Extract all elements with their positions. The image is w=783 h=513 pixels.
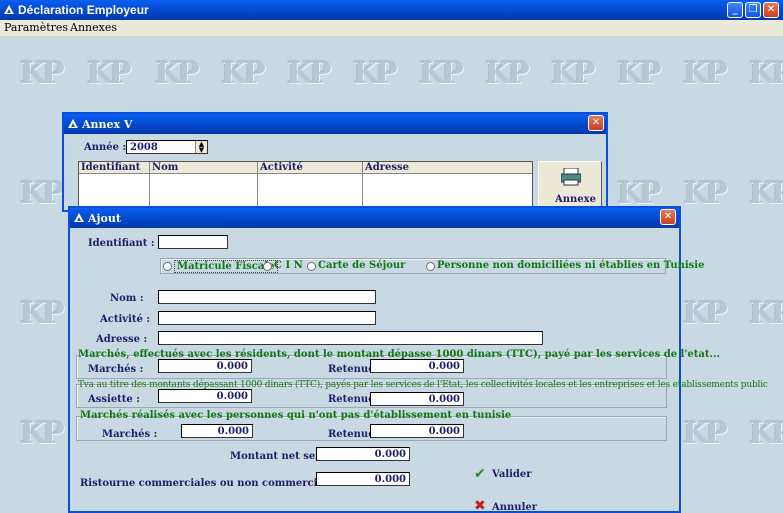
- background-logo-7: KP: [485, 56, 530, 91]
- section1-marches-input[interactable]: 0.000: [158, 359, 252, 373]
- section2-assiette-label: Assiette :: [88, 394, 140, 405]
- minimize-button[interactable]: _: [727, 2, 743, 18]
- ajout-window: Ajout ✕ Identifiant : Matricule Fiscale …: [68, 206, 768, 513]
- section1-retenues-input[interactable]: 0.000: [370, 359, 464, 373]
- annexe-label: Annexe: [555, 194, 596, 205]
- annex-v-title: Annex V: [82, 118, 133, 131]
- menu-parametres[interactable]: Paramètres: [4, 21, 68, 34]
- section3-marches-input[interactable]: 0.000: [181, 424, 253, 438]
- app-title: Déclaration Employeur: [18, 3, 149, 17]
- year-label: Année :: [84, 142, 127, 153]
- title-bar: Déclaration Employeur _ ❐ ✕: [0, 0, 783, 20]
- menu-annexes[interactable]: Annexes: [70, 21, 117, 34]
- col-activite[interactable]: Activité: [260, 162, 303, 173]
- background-logo-35: KP: [749, 296, 783, 331]
- annuler-label: Annuler: [492, 502, 537, 513]
- section3-marches-label: Marchés :: [102, 429, 158, 440]
- annex-v-titlebar: Annex V ✕: [64, 114, 606, 134]
- radio-non-domiciliees[interactable]: [426, 262, 435, 271]
- background-logo-3: KP: [221, 56, 266, 91]
- annex-v-close-button[interactable]: ✕: [588, 115, 604, 131]
- annexe-button[interactable]: Annexe: [538, 161, 602, 209]
- year-value: 2008: [130, 142, 158, 153]
- ajout-close-button[interactable]: ✕: [660, 209, 676, 225]
- close-button[interactable]: ✕: [763, 2, 779, 18]
- nom-label: Nom :: [110, 293, 144, 304]
- montant-input[interactable]: 0.000: [316, 447, 410, 461]
- identifiant-label: Identifiant :: [88, 238, 155, 249]
- valider-button[interactable]: ✔ Valider: [474, 466, 544, 484]
- menu-bar: Paramètres Annexes: [0, 20, 783, 36]
- background-logo-11: KP: [749, 56, 783, 91]
- section3-retenues-input[interactable]: 0.000: [370, 424, 464, 438]
- ajout-title: Ajout: [88, 212, 121, 225]
- printer-icon: [561, 168, 581, 186]
- col-identifiant[interactable]: Identifiant: [81, 162, 140, 173]
- col-adresse[interactable]: Adresse: [365, 162, 409, 173]
- radio-carte-sejour-label[interactable]: Carte de Séjour: [318, 260, 405, 271]
- maximize-button[interactable]: ❐: [745, 2, 761, 18]
- col-nom[interactable]: Nom: [152, 162, 178, 173]
- background-logo-23: KP: [749, 176, 783, 211]
- app-window: Déclaration Employeur _ ❐ ✕ Paramètres A…: [0, 0, 783, 513]
- spinner-arrows-icon[interactable]: ▲ ▼: [195, 140, 207, 153]
- background-logo-8: KP: [551, 56, 596, 91]
- background-logo-0: KP: [20, 56, 65, 91]
- background-logo-6: KP: [419, 56, 464, 91]
- section2-assiette-input[interactable]: 0.000: [158, 389, 252, 403]
- radio-matricule-label[interactable]: Matricule Fiscale: [174, 260, 278, 273]
- radio-non-domiciliees-label[interactable]: Personne non domiciliées ni établies en …: [437, 260, 704, 271]
- adresse-label: Adresse :: [96, 334, 148, 345]
- radio-matricule[interactable]: [163, 262, 172, 271]
- annex-table[interactable]: Identifiant Nom Activité Adresse: [78, 161, 533, 212]
- background-logo-36: KP: [20, 416, 65, 451]
- background-logo-5: KP: [353, 56, 398, 91]
- table-header: Identifiant Nom Activité Adresse: [79, 162, 532, 174]
- ristourne-input[interactable]: 0.000: [316, 472, 410, 486]
- section2-retenues-input[interactable]: 0.000: [370, 392, 464, 406]
- nom-input[interactable]: [158, 290, 376, 304]
- activite-input[interactable]: [158, 311, 376, 325]
- section3-title: Marchés réalisés avec les personnes qui …: [80, 410, 512, 421]
- background-logo-2: KP: [155, 56, 200, 91]
- background-logo-47: KP: [749, 416, 783, 451]
- radio-cin[interactable]: [263, 262, 272, 271]
- year-spinner[interactable]: 2008 ▲ ▼: [126, 140, 208, 154]
- app-icon: [4, 5, 14, 14]
- cross-icon: ✖: [474, 498, 486, 513]
- annex-v-window: Annex V ✕ Année : 2008 ▲ ▼ Identifiant No…: [62, 112, 608, 212]
- annex-v-icon: [68, 119, 78, 128]
- background-logo-22: KP: [683, 176, 728, 211]
- background-logo-24: KP: [20, 296, 65, 331]
- ajout-titlebar: Ajout ✕: [70, 208, 679, 228]
- background-logo-34: KP: [683, 296, 728, 331]
- ajout-icon: [74, 213, 84, 222]
- background-logo-9: KP: [617, 56, 662, 91]
- annuler-button[interactable]: ✖ Annuler: [474, 498, 544, 513]
- background-logo-46: KP: [683, 416, 728, 451]
- radio-cin-label[interactable]: C I N: [274, 260, 303, 271]
- activite-label: Activité :: [100, 314, 151, 325]
- background-logo-12: KP: [20, 176, 65, 211]
- adresse-input[interactable]: [158, 331, 543, 345]
- section1-marches-label: Marchés :: [88, 364, 144, 375]
- checkmark-icon: ✔: [474, 466, 486, 482]
- background-logo-1: KP: [87, 56, 132, 91]
- background-logo-4: KP: [287, 56, 332, 91]
- identifiant-input[interactable]: [158, 235, 228, 249]
- background-logo-10: KP: [683, 56, 728, 91]
- valider-label: Valider: [492, 469, 532, 480]
- radio-carte-sejour[interactable]: [307, 262, 316, 271]
